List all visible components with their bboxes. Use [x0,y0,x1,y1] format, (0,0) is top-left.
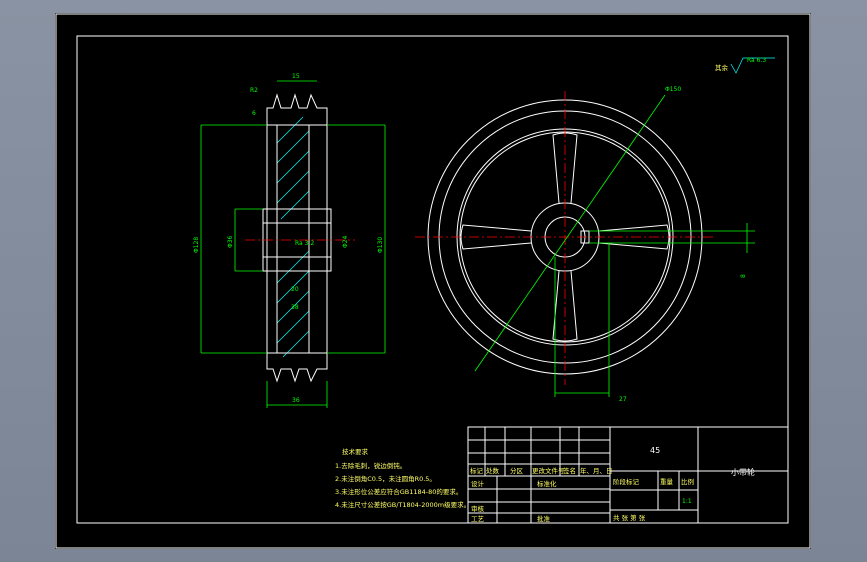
title-block: 标记 处数 分区 更改文件号 签名 年、月、日 设计 标准化 审核 工艺 批准 … [467,426,789,524]
tb-material: 45 [650,446,660,455]
tech-item-3: 3.未注形位公差应符合GB1184-80的要求。 [335,487,462,496]
tech-item-2: 2.未注倒角C0.5，未注圆角R0.5。 [335,474,436,483]
tb-count: 处数 [486,466,500,475]
leader-line [474,94,666,372]
dim-dia-left: Φ128 [193,237,200,253]
section-hatch [276,116,310,358]
dim-top-a: R2 [250,87,258,94]
dim-keyway-depth: 27 [619,396,627,403]
dim-roughness: Ra 3.2 [295,240,314,247]
tb-marks: 标记 [470,466,484,475]
drawing-canvas: 其余 Ra 6.3 15 R2 6 Φ128 Φ36 Ra 3.2 Φ24 Φ1… [55,13,811,549]
tb-standard: 标准化 [537,479,557,488]
tb-doc: 更改文件号 [532,466,565,475]
section-view: 15 R2 6 Φ128 Φ36 Ra 3.2 Φ24 Φ130 20 38 3… [193,73,386,408]
tb-sign: 签名 [563,466,576,475]
drawing-sheet: 其余 Ra 6.3 15 R2 6 Φ128 Φ36 Ra 3.2 Φ24 Φ1… [55,13,811,549]
tb-review: 审核 [471,504,485,513]
dim-bore: Φ24 [342,235,349,248]
dim-top-b: 6 [252,110,256,117]
surface-note-label: 其余 [715,63,729,72]
front-view: Φ150 8 27 [415,86,755,403]
section-outline-top [266,93,328,125]
tb-stage-mark: 阶段标记 [613,477,640,486]
dim-web-a: 20 [291,286,299,293]
dim-web-b: 38 [291,304,299,311]
tb-weight: 重量 [660,478,674,486]
tech-requirements: 技术要求 1.去除毛刺，锐边倒钝。 2.未注倒角C0.5，未注圆角R0.5。 3… [335,447,470,509]
tb-scale-label: 比例 [681,477,694,486]
outer-frame [55,13,811,549]
cad-viewport[interactable]: 其余 Ra 6.3 15 R2 6 Φ128 Φ36 Ra 3.2 Φ24 Φ1… [0,0,867,562]
tech-item-4: 4.未注尺寸公差按GB/T1804-2000m级要求。 [335,500,470,509]
tech-item-1: 1.去除毛刺，锐边倒钝。 [335,461,406,470]
section-outline-bottom [266,353,328,383]
tb-zone: 分区 [510,466,524,475]
tb-process: 工艺 [471,515,485,523]
tech-title: 技术要求 [342,447,369,456]
tb-drawing-title: 小带轮 [731,467,755,477]
dim-dia-outer: Φ130 [377,237,384,253]
tb-date: 年、月、日 [580,466,613,475]
tb-scale-value: 1:1 [682,498,692,505]
tb-sheets: 共 张 第 张 [613,513,646,522]
tb-design: 设计 [471,479,485,488]
dim-leader: Φ150 [665,86,681,93]
dim-keyway-width: 8 [740,274,747,278]
inner-frame [76,35,789,524]
dim-width: 36 [292,397,300,404]
tb-approve: 批准 [537,514,551,523]
surface-note-value: Ra 6.3 [747,57,766,64]
dim-groove-top: 15 [292,73,300,80]
dim-dia-hub: Φ36 [227,235,234,248]
